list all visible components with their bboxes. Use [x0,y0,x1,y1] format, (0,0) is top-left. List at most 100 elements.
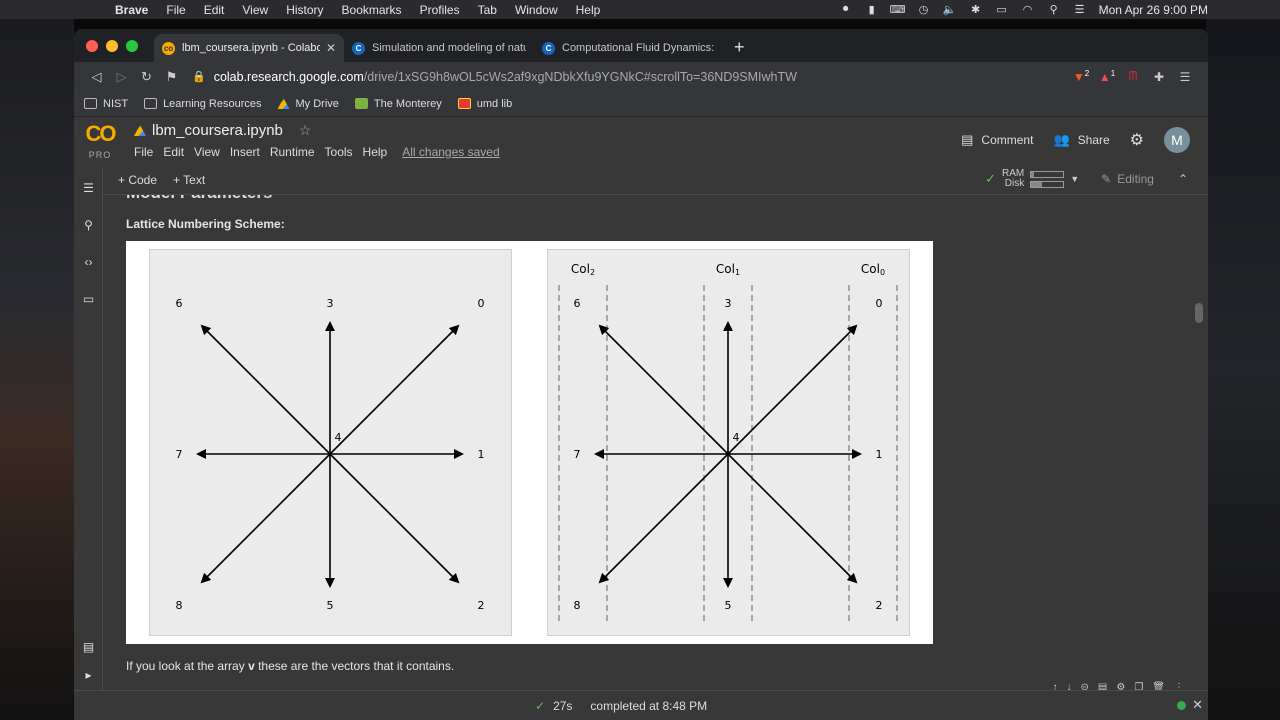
comment-icon: ▤ [961,132,974,147]
close-status-icon[interactable]: ✕ [1192,697,1203,713]
reload-icon[interactable]: ↻ [134,69,159,85]
tab-simulation[interactable]: C Simulation and modeling of natural pro… [344,34,534,62]
terminal-icon[interactable]: ▸ [80,668,97,685]
add-text-button[interactable]: + Text [173,173,205,187]
delete-icon[interactable]: 🗑 [1152,682,1165,690]
address-bar[interactable]: 🔒 colab.research.google.com /drive/1xSG9… [192,65,1060,89]
tab-strip: co lbm_coursera.ipynb - Colaboratory ✕ C… [74,29,1208,62]
disk-bar-fill [1031,181,1043,187]
editing-mode-button[interactable]: ✎ Editing [1101,172,1154,186]
battery-icon[interactable]: ▭ [995,4,1009,16]
bookmark-icon[interactable]: ⚑ [159,69,184,85]
nb-menu-tools[interactable]: Tools [320,145,358,159]
bookmark-umd-lib[interactable]: umd lib [457,98,512,110]
forward-icon[interactable]: ▷ [109,69,134,85]
label-5: 5 [725,599,732,612]
close-tab-icon[interactable]: ✕ [326,41,336,55]
ram-disk-indicator[interactable]: ✓ RAM Disk ▼ [985,169,1079,189]
move-down-icon[interactable]: ↓ [1067,682,1072,690]
menu-bookmarks[interactable]: Bookmarks [333,3,411,17]
bluetooth-icon[interactable]: ✱ [969,4,983,16]
avatar[interactable]: M [1164,127,1190,153]
menu-help[interactable]: Help [567,3,610,17]
bookmark-learning-resources[interactable]: Learning Resources [144,98,262,110]
table-of-contents-icon[interactable]: ☰ [80,181,97,198]
minimize-window-button[interactable] [106,39,118,52]
back-icon[interactable]: ◁ [84,69,109,85]
tab-title: lbm_coursera.ipynb - Colaboratory [182,42,320,54]
label-4: 4 [733,431,740,444]
chevron-up-icon[interactable]: ⌃ [1178,172,1188,186]
star-icon[interactable]: ☆ [299,122,312,139]
menu-profiles[interactable]: Profiles [411,3,469,17]
scrollbar-thumb[interactable] [1195,303,1203,323]
execution-completed-time: completed at 8:48 PM [590,699,708,713]
notebook-title[interactable]: lbm_coursera.ipynb [152,122,283,139]
nb-menu-runtime[interactable]: Runtime [265,145,320,159]
menu-bar-clock[interactable]: Mon Apr 26 9:00 PM [1099,3,1208,17]
comment-button[interactable]: ▤ Comment [961,132,1033,148]
record-icon[interactable]: ⏺ [839,3,853,15]
control-center-icon[interactable]: ☰ [1073,4,1087,16]
link-icon[interactable]: ⊝ [1081,682,1089,690]
new-tab-button[interactable]: + [724,37,755,62]
comment-cell-icon[interactable]: ▤ [1098,682,1107,690]
chevron-down-icon[interactable]: ▼ [1070,174,1079,184]
label-6: 6 [574,297,581,310]
nb-menu-help[interactable]: Help [358,145,393,159]
brave-shields-icon[interactable]: ▼2 [1068,69,1094,84]
command-palette-icon[interactable]: ▤ [80,640,97,657]
ram-disk-labels: RAM Disk [1002,169,1024,189]
files-folder-icon[interactable]: ▭ [80,292,97,309]
save-status[interactable]: All changes saved [397,145,504,159]
column-label-0: Col0 [861,262,885,277]
share-button[interactable]: 👥 Share [1053,132,1109,148]
add-code-button[interactable]: + Code [118,173,157,187]
execution-status-bar: ✓ 27s completed at 8:48 PM ✕ [74,690,1208,720]
column-label-1: Col1 [716,262,740,277]
execution-status[interactable]: ✓ 27s completed at 8:48 PM [535,699,707,713]
close-window-button[interactable] [86,39,98,52]
time-machine-icon[interactable]: ◷ [917,4,931,16]
browser-window: co lbm_coursera.ipynb - Colaboratory ✕ C… [74,29,1208,720]
more-options-icon[interactable]: ⋮ [1174,682,1184,690]
brave-rewards-icon[interactable]: ▲1 [1094,69,1120,84]
keyboard-icon[interactable]: ⌨ [890,4,906,16]
settings-gear-icon[interactable]: ⚙ [1130,130,1144,150]
video-camera-icon[interactable]: ▮ [865,4,879,16]
menu-history[interactable]: History [277,3,332,17]
code-snippets-icon[interactable]: ‹› [80,255,97,272]
colab-logo[interactable]: CO PRO [82,123,118,164]
spotlight-search-icon[interactable]: ⚲ [1047,4,1061,16]
extensions-puzzle-icon[interactable]: ✚ [1146,70,1172,84]
menu-tab[interactable]: Tab [469,3,506,17]
bookmark-nist[interactable]: NIST [84,98,128,110]
browser-menu-icon[interactable]: ☰ [1172,70,1198,84]
wifi-icon[interactable]: ◠ [1021,4,1035,16]
nb-menu-insert[interactable]: Insert [225,145,265,159]
label-0: 0 [478,297,485,310]
bookmark-my-drive[interactable]: My Drive [277,98,339,110]
menu-file[interactable]: File [157,3,194,17]
tab-cfd[interactable]: C Computational Fluid Dynamics: Overview [534,34,724,62]
label-3: 3 [327,297,334,310]
menu-view[interactable]: View [233,3,277,17]
menu-edit[interactable]: Edit [195,3,234,17]
search-icon[interactable]: ⚲ [80,218,97,235]
execution-duration: 27s [553,699,573,713]
menu-app-name[interactable]: Brave [106,3,157,17]
nb-menu-edit[interactable]: Edit [158,145,189,159]
bookmark-the-monterey[interactable]: The Monterey [354,98,442,110]
notebook-content: Model Parameters Lattice Numbering Schem… [103,195,1208,690]
tab-colab[interactable]: co lbm_coursera.ipynb - Colaboratory ✕ [154,34,344,62]
menu-window[interactable]: Window [506,3,567,17]
mendeley-extension-icon[interactable]: ᗰ [1120,69,1146,84]
nb-menu-file[interactable]: File [129,145,158,159]
volume-icon[interactable]: 🔈 [943,4,957,16]
mirror-cell-icon[interactable]: ❐ [1134,682,1143,690]
column-labels: Col2 Col1 Col0 [571,262,885,277]
move-up-icon[interactable]: ↑ [1053,682,1058,690]
zoom-window-button[interactable] [126,39,138,52]
nb-menu-view[interactable]: View [189,145,225,159]
cell-settings-icon[interactable]: ⚙ [1116,682,1125,690]
